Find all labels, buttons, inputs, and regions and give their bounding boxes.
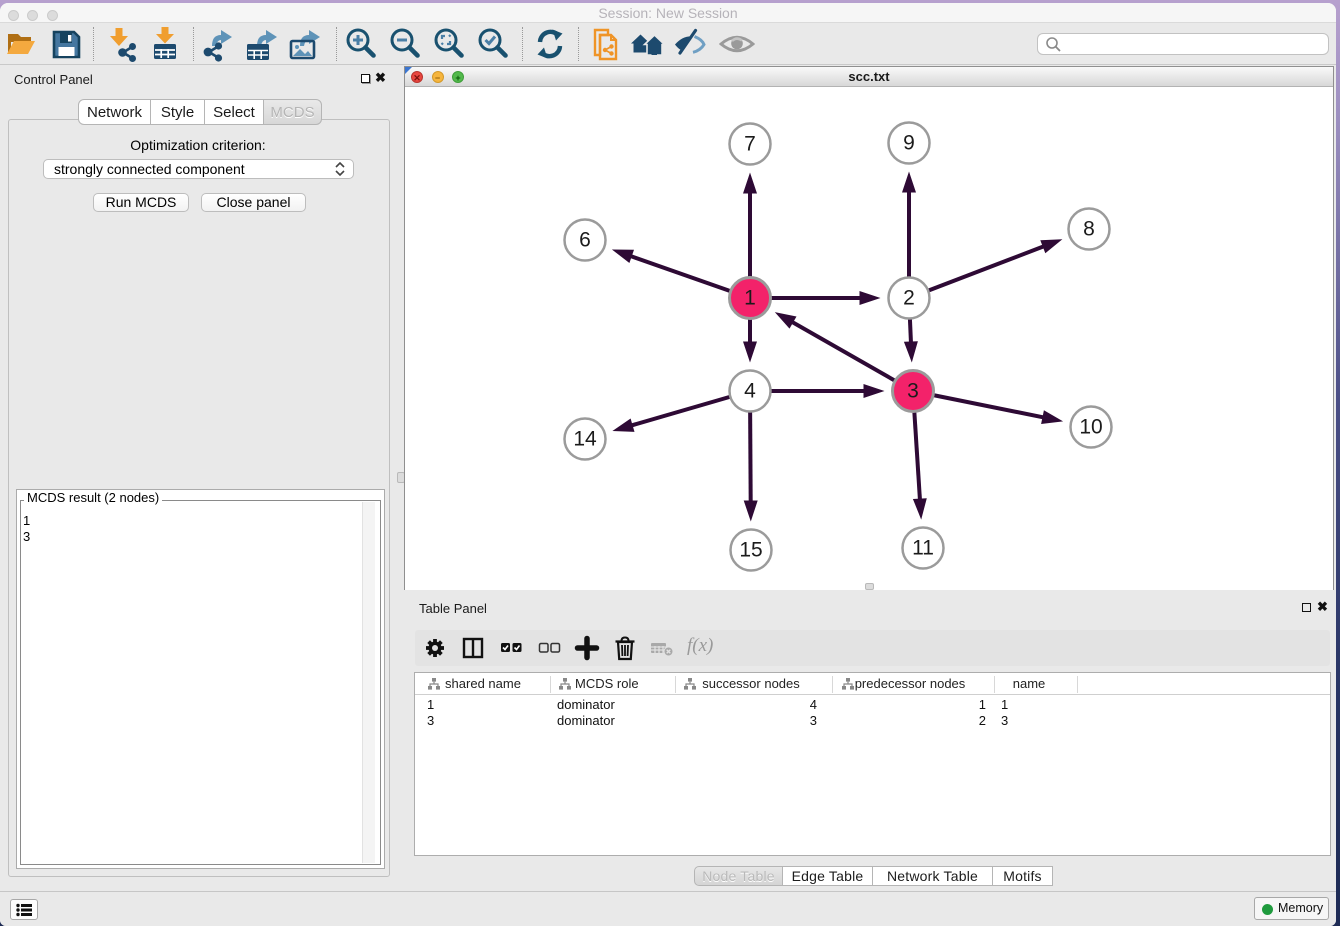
svg-text:15: 15 (739, 539, 762, 562)
svg-text:6: 6 (579, 229, 591, 252)
svg-text:1: 1 (744, 287, 756, 310)
svg-text:4: 4 (744, 380, 756, 403)
svg-text:11: 11 (912, 537, 934, 560)
svg-text:10: 10 (1079, 416, 1102, 439)
svg-text:7: 7 (744, 133, 756, 156)
svg-text:2: 2 (903, 287, 915, 310)
svg-text:14: 14 (573, 428, 597, 451)
svg-text:3: 3 (907, 380, 919, 403)
svg-text:8: 8 (1083, 218, 1095, 241)
svg-text:9: 9 (903, 132, 915, 155)
